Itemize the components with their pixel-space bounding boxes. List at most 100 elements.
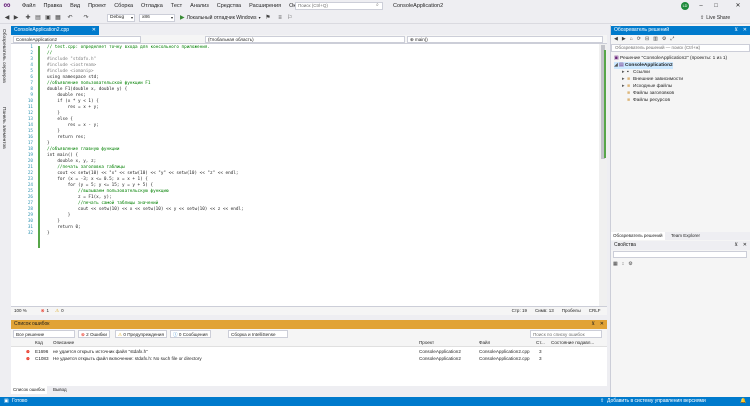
- configuration-select[interactable]: Debug ▾: [107, 14, 135, 22]
- properties-object-select[interactable]: [613, 251, 747, 258]
- error-count[interactable]: 1: [47, 307, 50, 315]
- col-code[interactable]: Код: [35, 339, 43, 347]
- preview-icon[interactable]: ⤢: [670, 35, 674, 44]
- tab-team-explorer[interactable]: Team Explorer: [669, 232, 702, 240]
- close-icon[interactable]: ✕: [743, 26, 747, 35]
- back-icon[interactable]: ◀: [614, 35, 618, 44]
- errors-filter-button[interactable]: ⊗ 2 Ошибки: [78, 330, 111, 338]
- menu-debug[interactable]: Отладка: [137, 0, 167, 12]
- col-description[interactable]: Описание: [53, 339, 74, 347]
- menu-view[interactable]: Вид: [66, 0, 84, 12]
- member-dropdown[interactable]: ⊕ main(): [407, 36, 603, 43]
- close-icon[interactable]: ✕: [600, 320, 604, 329]
- tree-item-references[interactable]: ▸ ▪ Ссылки: [622, 69, 650, 76]
- close-icon[interactable]: ✕: [743, 241, 747, 250]
- menu-test[interactable]: Тест: [167, 0, 186, 12]
- error-row[interactable]: ⊗ E1696 не удается открыть источник файл…: [11, 348, 607, 355]
- tab-output[interactable]: Вывод: [51, 386, 69, 394]
- user-avatar[interactable]: LD: [681, 2, 689, 10]
- menu-analyze[interactable]: Анализ: [186, 0, 213, 12]
- tree-item-source-files[interactable]: ▸ ■ Исходные файлы: [622, 83, 672, 90]
- tree-item-external-deps[interactable]: ▸ ■ Внешние зависимости: [622, 76, 683, 83]
- categorized-icon[interactable]: ▦: [613, 260, 618, 268]
- code-line[interactable]: // test.cpp: определяет точку входа для …: [47, 45, 210, 51]
- tree-item-solution[interactable]: ▣Решение "ConsoleApplication2" (проекты:…: [614, 55, 727, 62]
- error-search-input[interactable]: Поиск по списку ошибок: [530, 330, 602, 338]
- save-icon[interactable]: ▣: [44, 14, 52, 22]
- maximize-button[interactable]: □: [709, 0, 723, 12]
- solution-explorer-header: Обозреватель решений ⊻ ✕: [611, 26, 750, 35]
- menu-file[interactable]: Файл: [18, 0, 40, 12]
- error-list-columns: Код Описание Проект Файл Ст... Состояние…: [11, 339, 607, 347]
- tab-error-list[interactable]: Список ошибок: [11, 386, 47, 394]
- quick-launch-search-input[interactable]: Поиск (Ctrl+Q): [295, 2, 383, 10]
- redo-icon[interactable]: ↷: [82, 14, 90, 22]
- collapse-all-icon[interactable]: ⊟: [645, 35, 649, 44]
- col-project[interactable]: Проект: [419, 339, 434, 347]
- warnings-filter-button[interactable]: ⚠ 0 Предупреждения: [115, 330, 167, 338]
- messages-filter-button[interactable]: ⓘ 0 Сообщения: [170, 330, 211, 338]
- col-suppression-state[interactable]: Состояние подавл...: [551, 339, 594, 347]
- pin-icon[interactable]: ⊻: [591, 320, 595, 329]
- toolbox-tab[interactable]: Панель элементов: [1, 107, 6, 149]
- code-line[interactable]: cout << setw(10) << x << setw(10) << y <…: [47, 207, 244, 213]
- properties-header: Свойства ⊻ ✕: [611, 241, 750, 250]
- code-line[interactable]: return res;: [47, 135, 85, 141]
- save-all-icon[interactable]: ▦: [54, 14, 62, 22]
- attach-icon[interactable]: ⚑: [264, 14, 272, 22]
- start-debugging-button[interactable]: ▶ Локальный отладчик Windows ▾: [180, 13, 261, 23]
- left-tool-strip: Обозреватель серверов Панель элементов: [0, 25, 10, 315]
- solution-search-input[interactable]: Обозреватель решений — поиск (Ctrl+ж): [611, 44, 750, 52]
- new-project-icon[interactable]: ✚: [24, 14, 32, 22]
- build-filter-select[interactable]: Сборка и IntelliSense: [228, 330, 288, 338]
- menu-build[interactable]: Сборка: [110, 0, 137, 12]
- live-share-button[interactable]: ⇪ Live Share: [700, 13, 730, 23]
- open-file-icon[interactable]: ▤: [34, 14, 42, 22]
- properties-icon[interactable]: ⚙: [662, 35, 666, 44]
- menu-edit[interactable]: Правка: [40, 0, 67, 12]
- pin-icon[interactable]: ⊻: [734, 26, 738, 35]
- forward-icon[interactable]: ▶: [12, 14, 20, 22]
- menu-extensions[interactable]: Расширения: [245, 0, 285, 12]
- line-ending[interactable]: CRLF: [589, 307, 601, 315]
- forward-icon[interactable]: ▶: [622, 35, 626, 44]
- project-dropdown[interactable]: ConsoleApplication2: [13, 36, 141, 43]
- property-pages-icon[interactable]: ⚙: [628, 260, 632, 268]
- back-icon[interactable]: ◀: [3, 14, 11, 22]
- server-explorer-tab[interactable]: Обозреватель серверов: [1, 29, 6, 83]
- minimize-button[interactable]: –: [694, 0, 708, 12]
- warning-count[interactable]: 0: [61, 307, 64, 315]
- add-to-source-control[interactable]: Добавить в систему управления версиями: [607, 397, 706, 406]
- scope-dropdown[interactable]: (Глобальная область): [205, 36, 405, 43]
- menu-project[interactable]: Проект: [84, 0, 110, 12]
- col-file[interactable]: Файл: [479, 339, 490, 347]
- scope-dropdown-value: (Глобальная область): [208, 37, 254, 42]
- undo-icon[interactable]: ↶: [66, 14, 74, 22]
- platform-select[interactable]: x86 ▾: [139, 14, 175, 22]
- close-icon[interactable]: ✕: [92, 26, 96, 35]
- close-window-button[interactable]: ✕: [731, 0, 745, 12]
- editor-file-tab[interactable]: ConsoleApplication2.cpp ✕: [11, 26, 99, 35]
- col-line[interactable]: Ст...: [536, 339, 545, 347]
- indent-mode[interactable]: Пробелы: [562, 307, 581, 315]
- zoom-level[interactable]: 100 %: [14, 307, 27, 315]
- tree-item-label: Файлы заголовков: [633, 91, 675, 96]
- tab-solution-explorer[interactable]: Обозреватель решений: [611, 232, 665, 240]
- alphabetical-icon[interactable]: ↕: [622, 260, 625, 268]
- error-row[interactable]: ⊗ C1083 Не удается открыть файл включени…: [11, 355, 607, 362]
- home-icon[interactable]: ⌂: [630, 35, 633, 44]
- sync-icon[interactable]: ⟳: [637, 35, 641, 44]
- tree-item-header-files[interactable]: ■ Файлы заголовков: [622, 90, 674, 97]
- tree-item-resource-files[interactable]: ■ Файлы ресурсов: [622, 97, 670, 104]
- run-label: Локальный отладчик Windows: [186, 15, 257, 21]
- tree-item-project[interactable]: ◢▤ConsoleApplication2: [614, 62, 673, 69]
- bookmark-icon[interactable]: ⚐: [286, 14, 294, 22]
- error-scope-select[interactable]: Все решение: [13, 330, 75, 338]
- code-line[interactable]: }: [47, 231, 50, 237]
- comment-icon[interactable]: ≡: [276, 14, 284, 22]
- show-all-files-icon[interactable]: ▥: [653, 35, 658, 44]
- pin-icon[interactable]: ⊻: [734, 241, 738, 250]
- code-line[interactable]: return 0;: [47, 225, 80, 231]
- notifications-icon[interactable]: 🔔: [740, 397, 746, 406]
- menu-tools[interactable]: Средства: [213, 0, 245, 12]
